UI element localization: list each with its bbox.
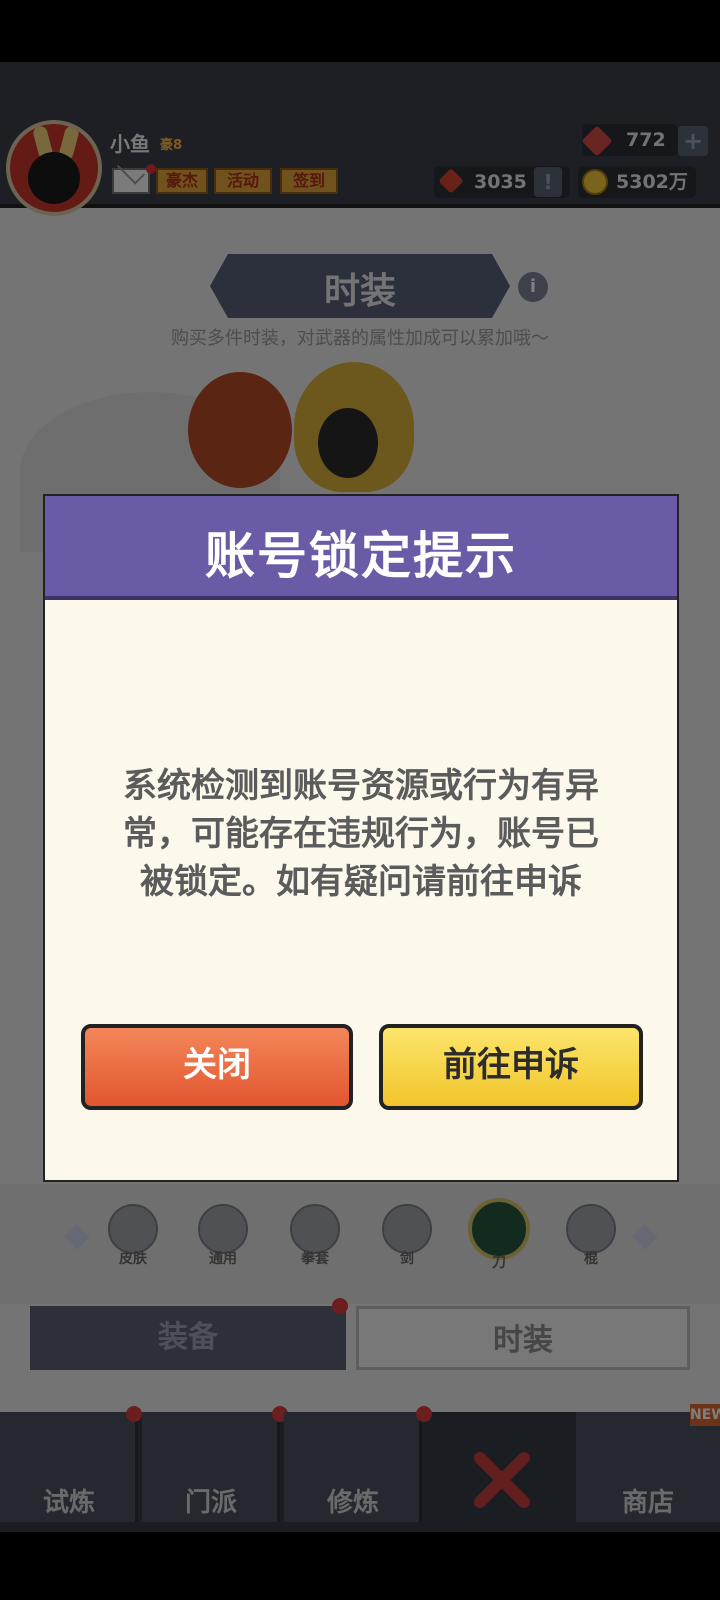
close-button[interactable]: 关闭 [81,1024,353,1110]
game-screen: 小鱼 豪8 豪杰 活动 签到 772 + 3035 ! 5302万 时装 i 购… [0,62,720,1600]
appeal-button[interactable]: 前往申诉 [379,1024,643,1110]
message-line: 被锁定。如有疑问请前往申诉 [140,862,582,902]
account-locked-dialog: 账号锁定提示 系统检测到账号资源或行为有异 常，可能存在违规行为，账号已 被锁定… [45,496,677,1180]
status-bar [0,0,720,62]
dialog-title: 账号锁定提示 [205,527,517,585]
message-line: 系统检测到账号资源或行为有异 [123,766,599,806]
message-line: 常，可能存在违规行为，账号已 [123,814,599,854]
dialog-message: 系统检测到账号资源或行为有异 常，可能存在违规行为，账号已 被锁定。如有疑问请前… [95,762,627,906]
dialog-header: 账号锁定提示 [45,496,677,600]
